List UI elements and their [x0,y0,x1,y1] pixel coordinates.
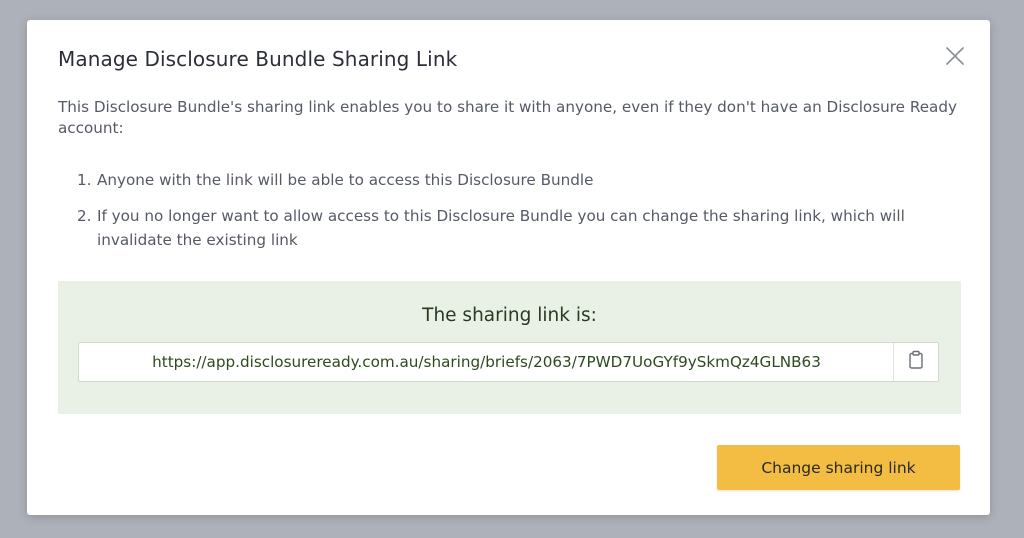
sharing-link-dialog: Manage Disclosure Bundle Sharing Link Th… [27,20,990,515]
list-item-text: Anyone with the link will be able to acc… [97,171,594,189]
list-item-number: 2. [77,207,92,225]
list-item: 2. If you no longer want to allow access… [58,204,963,252]
steps-list: 1. Anyone with the link will be able to … [58,168,963,264]
dialog-description: This Disclosure Bundle's sharing link en… [58,98,957,137]
sharing-link-box [78,342,939,382]
list-item-text: If you no longer want to allow access to… [97,207,905,249]
change-sharing-link-button[interactable]: Change sharing link [717,445,960,490]
list-item: 1. Anyone with the link will be able to … [58,168,963,192]
sharing-link-input[interactable] [79,343,894,381]
copy-link-button[interactable] [893,343,938,381]
clipboard-icon [907,350,925,374]
list-item-number: 1. [77,171,92,189]
close-icon [943,44,967,68]
close-button[interactable] [943,44,967,68]
dialog-title: Manage Disclosure Bundle Sharing Link [58,47,458,71]
sharing-link-heading: The sharing link is: [422,305,597,326]
sharing-link-panel: The sharing link is: [58,281,961,414]
